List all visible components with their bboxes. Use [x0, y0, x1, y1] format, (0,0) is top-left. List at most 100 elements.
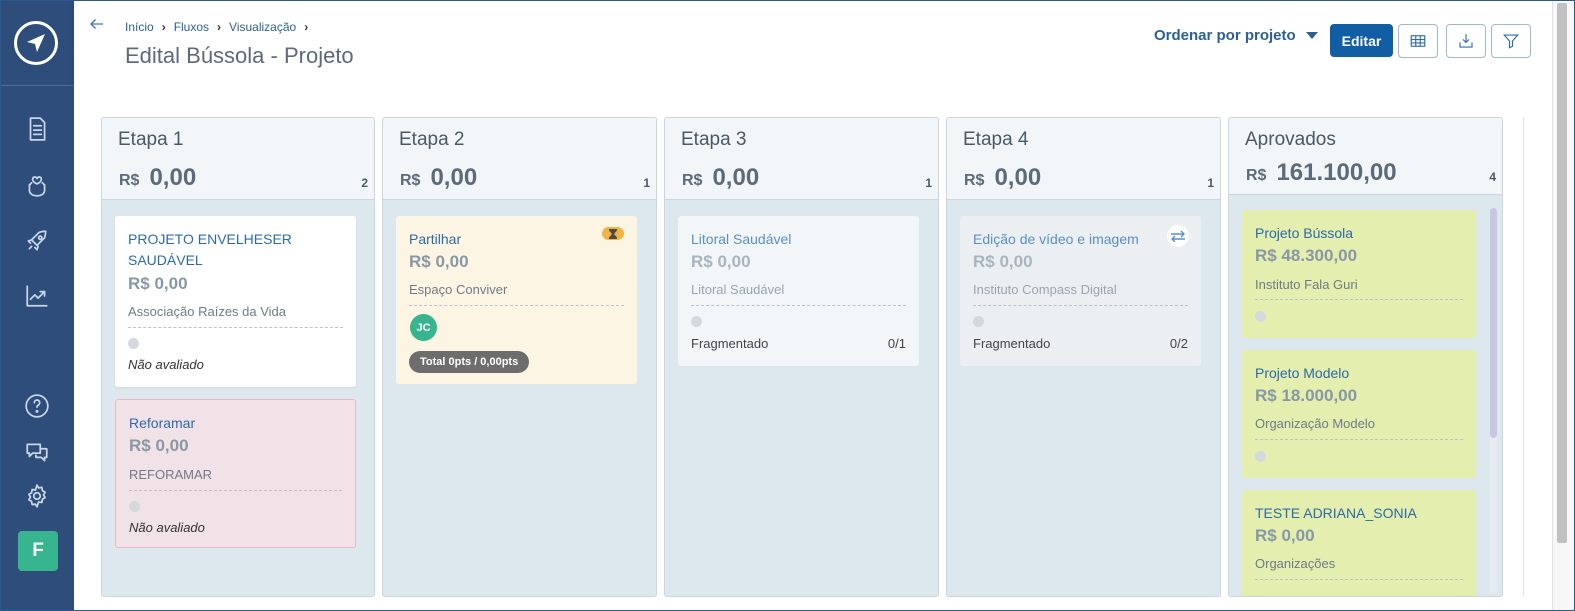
card-status: Não avaliado: [129, 520, 205, 535]
card-value: R$ 18.000,00: [1255, 386, 1358, 405]
card-split-label: Fragmentado: [691, 336, 769, 351]
document-icon[interactable]: [23, 115, 51, 143]
compass-logo-icon[interactable]: [14, 21, 58, 65]
table-icon: [1410, 35, 1426, 47]
column-count: 4: [1489, 170, 1496, 184]
page-scrollbar[interactable]: [1552, 1, 1574, 610]
hand-heart-icon[interactable]: [23, 171, 51, 199]
project-card[interactable]: TESTE ADRIANA_SONIA R$ 0,00 Organizações: [1242, 490, 1476, 596]
project-card[interactable]: Reforamar R$ 0,00 REFORAMAR Não avaliado: [115, 399, 356, 548]
column-total: R$ 0,00: [119, 164, 196, 192]
card-divider: [128, 327, 343, 328]
card-divider: [1255, 439, 1463, 440]
card-title[interactable]: PROJETO ENVELHESER SAUDÁVEL: [128, 229, 338, 271]
column-total-value: 0,00: [149, 164, 197, 191]
page-scrollbar-thumb[interactable]: [1557, 3, 1567, 543]
card-organization: Organizações: [1255, 556, 1336, 571]
column-total-value: 0,00: [430, 164, 478, 191]
card-divider: [129, 490, 342, 491]
sort-dropdown[interactable]: Ordenar por projeto: [1154, 27, 1318, 44]
kanban-board: Etapa 1 R$ 0,00 2 PROJETO ENVELHESER SAU…: [74, 85, 1552, 610]
column-currency: R$: [119, 172, 140, 189]
project-card[interactable]: Edição de vídeo e imagem R$ 0,00 Institu…: [960, 216, 1201, 366]
project-card[interactable]: Projeto Modelo R$ 18.000,00 Organização …: [1242, 350, 1476, 478]
card-organization: Litoral Saudável: [691, 282, 785, 297]
card-divider: [409, 305, 624, 306]
column-header: Etapa 2 R$ 0,00 1: [383, 118, 656, 200]
help-circle-icon[interactable]: [23, 392, 51, 420]
card-value: R$ 0,00: [1255, 526, 1315, 545]
column-header: Aprovados R$ 161.100,00 4: [1229, 118, 1502, 195]
column-currency: R$: [1246, 167, 1267, 184]
card-divider: [1255, 579, 1463, 580]
card-title[interactable]: Litoral Saudável: [691, 229, 901, 250]
column-scrollbar-thumb[interactable]: [1490, 208, 1497, 438]
back-arrow-icon[interactable]: [88, 15, 108, 35]
card-organization: Associação Raízes da Vida: [128, 304, 287, 319]
page-header: Início › Fluxos › Visualização › Edital …: [74, 1, 1552, 85]
project-card[interactable]: Partilhar R$ 0,00 Espaço Conviver JC Tot…: [396, 216, 637, 384]
card-title[interactable]: Projeto Modelo: [1255, 363, 1465, 384]
table-view-button[interactable]: [1398, 24, 1438, 58]
project-card[interactable]: Projeto Bússola R$ 48.300,00 Instituto F…: [1242, 210, 1476, 338]
breadcrumb-visualizacao[interactable]: Visualização: [229, 20, 296, 34]
column-count: 1: [643, 176, 650, 190]
card-divider: [973, 305, 1188, 306]
evaluator-avatar[interactable]: JC: [410, 314, 437, 341]
breadcrumb-separator-icon: ›: [304, 20, 309, 34]
card-title[interactable]: Reforamar: [129, 413, 339, 434]
board-right-divider: [1523, 117, 1524, 597]
breadcrumb-inicio[interactable]: Início: [125, 20, 154, 34]
user-avatar[interactable]: F: [18, 531, 58, 571]
edit-button[interactable]: Editar: [1330, 24, 1393, 57]
rocket-icon[interactable]: [23, 227, 51, 255]
card-title[interactable]: Projeto Bússola: [1255, 223, 1465, 244]
column-header: Etapa 1 R$ 0,00 2: [102, 118, 374, 200]
card-organization: Organização Modelo: [1255, 416, 1375, 431]
card-title[interactable]: Partilhar: [409, 229, 619, 250]
column-total-value: 0,00: [712, 164, 760, 191]
breadcrumb-separator-icon: ›: [161, 20, 166, 34]
page-title: Edital Bússola - Projeto: [125, 43, 354, 68]
column-count: 1: [925, 176, 932, 190]
breadcrumb-fluxos[interactable]: Fluxos: [174, 20, 209, 34]
sidebar: F: [1, 1, 74, 610]
download-icon: [1459, 34, 1473, 48]
project-card[interactable]: Litoral Saudável R$ 0,00 Litoral Saudáve…: [678, 216, 919, 366]
column-count: 2: [361, 176, 368, 190]
download-button[interactable]: [1446, 24, 1486, 58]
card-value: R$ 0,00: [973, 252, 1033, 271]
column-total: R$ 0,00: [682, 164, 759, 192]
card-value: R$ 0,00: [409, 252, 469, 271]
column-title: Etapa 2: [399, 129, 465, 150]
column-title: Aprovados: [1245, 129, 1336, 150]
chart-trend-icon[interactable]: [23, 282, 51, 310]
card-title[interactable]: Edição de vídeo e imagem: [973, 229, 1183, 250]
card-organization: REFORAMAR: [129, 467, 213, 482]
column-total-value: 0,00: [994, 164, 1042, 191]
breadcrumb-separator-icon: ›: [217, 20, 222, 34]
column-etapa-3: Etapa 3 R$ 0,00 1 Litoral Saudável R$ 0,…: [664, 117, 939, 597]
column-total: R$ 0,00: [400, 164, 477, 192]
project-card[interactable]: PROJETO ENVELHESER SAUDÁVEL R$ 0,00 Asso…: [115, 216, 356, 387]
transfer-arrows-icon[interactable]: [1167, 225, 1189, 247]
status-dot: [128, 338, 139, 349]
card-title[interactable]: TESTE ADRIANA_SONIA: [1255, 503, 1465, 524]
column-title: Etapa 4: [963, 129, 1029, 150]
column-aprovados: Aprovados R$ 161.100,00 4 Projeto Bússol…: [1228, 117, 1503, 597]
column-header: Etapa 3 R$ 0,00 1: [665, 118, 938, 200]
column-scrollbar[interactable]: [1490, 208, 1497, 593]
column-currency: R$: [682, 172, 703, 189]
column-total-value: 161.100,00: [1276, 159, 1397, 186]
column-title: Etapa 3: [681, 129, 747, 150]
gear-icon[interactable]: [23, 482, 51, 510]
caret-down-icon: [1305, 32, 1318, 39]
filter-button[interactable]: [1491, 24, 1531, 58]
column-total: R$ 0,00: [964, 164, 1041, 192]
card-value: R$ 0,00: [691, 252, 751, 271]
card-value: R$ 0,00: [129, 436, 189, 455]
chat-bubbles-icon[interactable]: [23, 438, 51, 466]
column-currency: R$: [400, 172, 421, 189]
status-dot: [973, 316, 984, 327]
status-dot: [691, 316, 702, 327]
